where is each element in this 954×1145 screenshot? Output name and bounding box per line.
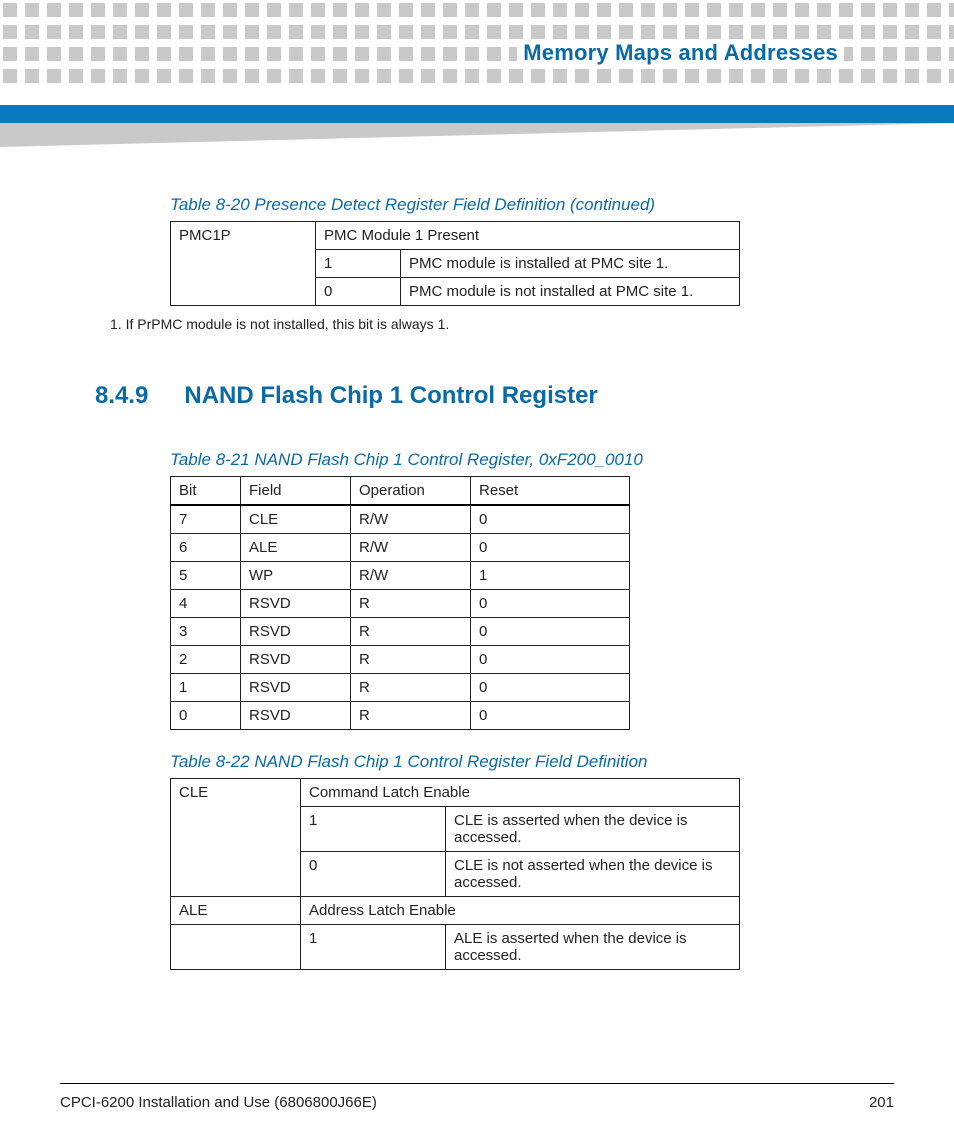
t821-cell-op: R bbox=[351, 646, 471, 674]
t821-cell-reset: 0 bbox=[471, 534, 630, 562]
t821-cell-bit: 5 bbox=[171, 562, 241, 590]
section-number: 8.4.9 bbox=[95, 382, 148, 410]
t821-cell-reset: 0 bbox=[471, 702, 630, 730]
t821-h-field: Field bbox=[241, 477, 351, 506]
t821-cell-bit: 2 bbox=[171, 646, 241, 674]
t821-row: 7CLER/W0 bbox=[171, 505, 630, 534]
t820-field-name: PMC1P bbox=[171, 222, 316, 306]
page-footer: CPCI-6200 Installation and Use (6806800J… bbox=[60, 1083, 894, 1111]
table-8-22: CLE Command Latch Enable 1 CLE is assert… bbox=[170, 778, 740, 970]
t822-cle-desc: Command Latch Enable bbox=[301, 779, 740, 807]
t821-cell-op: R/W bbox=[351, 534, 471, 562]
t821-h-bit: Bit bbox=[171, 477, 241, 506]
t821-cell-reset: 0 bbox=[471, 618, 630, 646]
section-title: NAND Flash Chip 1 Control Register bbox=[184, 382, 597, 410]
t821-cell-field: RSVD bbox=[241, 618, 351, 646]
table-8-20-caption: Table 8-20 Presence Detect Register Fiel… bbox=[170, 195, 879, 215]
t821-cell-bit: 3 bbox=[171, 618, 241, 646]
table-8-20: PMC1P PMC Module 1 Present 1 PMC module … bbox=[170, 221, 740, 306]
header-gray-wedge bbox=[0, 123, 954, 147]
t821-row: 4RSVDR0 bbox=[171, 590, 630, 618]
t820-field-desc: PMC Module 1 Present bbox=[316, 222, 740, 250]
t820-val0: 0 bbox=[316, 278, 401, 306]
footer-doc-title: CPCI-6200 Installation and Use (6806800J… bbox=[60, 1094, 377, 1111]
t821-cell-reset: 0 bbox=[471, 590, 630, 618]
t821-cell-field: ALE bbox=[241, 534, 351, 562]
t821-cell-field: CLE bbox=[241, 505, 351, 534]
t821-h-reset: Reset bbox=[471, 477, 630, 506]
table-8-21: Bit Field Operation Reset 7CLER/W06ALER/… bbox=[170, 476, 630, 730]
t822-cle-name: CLE bbox=[171, 779, 301, 897]
t821-cell-field: RSVD bbox=[241, 590, 351, 618]
t820-footnote: 1. If PrPMC module is not installed, thi… bbox=[110, 316, 879, 332]
t821-cell-bit: 6 bbox=[171, 534, 241, 562]
t821-cell-field: RSVD bbox=[241, 646, 351, 674]
t821-cell-reset: 0 bbox=[471, 505, 630, 534]
t821-row: 0RSVDR0 bbox=[171, 702, 630, 730]
t821-cell-op: R bbox=[351, 590, 471, 618]
t821-cell-op: R/W bbox=[351, 505, 471, 534]
t821-cell-op: R/W bbox=[351, 562, 471, 590]
t822-ale-1: 1 bbox=[301, 925, 446, 970]
table-8-21-caption: Table 8-21 NAND Flash Chip 1 Control Reg… bbox=[170, 450, 879, 470]
t821-cell-bit: 4 bbox=[171, 590, 241, 618]
t821-h-op: Operation bbox=[351, 477, 471, 506]
footer-page-number: 201 bbox=[869, 1094, 894, 1111]
t822-ale-desc: Address Latch Enable bbox=[301, 897, 740, 925]
t822-cle-0: 0 bbox=[301, 852, 446, 897]
t821-cell-reset: 0 bbox=[471, 646, 630, 674]
t821-cell-op: R bbox=[351, 702, 471, 730]
t821-cell-reset: 0 bbox=[471, 674, 630, 702]
t822-cle-1-desc: CLE is asserted when the device is acces… bbox=[446, 807, 740, 852]
t821-cell-field: RSVD bbox=[241, 702, 351, 730]
t820-val1-desc: PMC module is installed at PMC site 1. bbox=[401, 250, 740, 278]
t822-blank bbox=[171, 925, 301, 970]
t821-row: 3RSVDR0 bbox=[171, 618, 630, 646]
header-blue-bar bbox=[0, 105, 954, 123]
t821-cell-reset: 1 bbox=[471, 562, 630, 590]
t821-cell-field: RSVD bbox=[241, 674, 351, 702]
t821-cell-bit: 1 bbox=[171, 674, 241, 702]
t821-cell-op: R bbox=[351, 618, 471, 646]
t821-cell-field: WP bbox=[241, 562, 351, 590]
table-8-22-caption: Table 8-22 NAND Flash Chip 1 Control Reg… bbox=[170, 752, 879, 772]
t822-cle-0-desc: CLE is not asserted when the device is a… bbox=[446, 852, 740, 897]
t821-row: 1RSVDR0 bbox=[171, 674, 630, 702]
chapter-title: Memory Maps and Addresses bbox=[517, 40, 844, 66]
t821-row: 5WPR/W1 bbox=[171, 562, 630, 590]
t822-ale-1-desc: ALE is asserted when the device is acces… bbox=[446, 925, 740, 970]
t822-cle-1: 1 bbox=[301, 807, 446, 852]
t821-cell-bit: 7 bbox=[171, 505, 241, 534]
t820-val0-desc: PMC module is not installed at PMC site … bbox=[401, 278, 740, 306]
t821-cell-op: R bbox=[351, 674, 471, 702]
t821-row: 6ALER/W0 bbox=[171, 534, 630, 562]
t822-ale-name: ALE bbox=[171, 897, 301, 925]
t821-cell-bit: 0 bbox=[171, 702, 241, 730]
t820-val1: 1 bbox=[316, 250, 401, 278]
t821-row: 2RSVDR0 bbox=[171, 646, 630, 674]
